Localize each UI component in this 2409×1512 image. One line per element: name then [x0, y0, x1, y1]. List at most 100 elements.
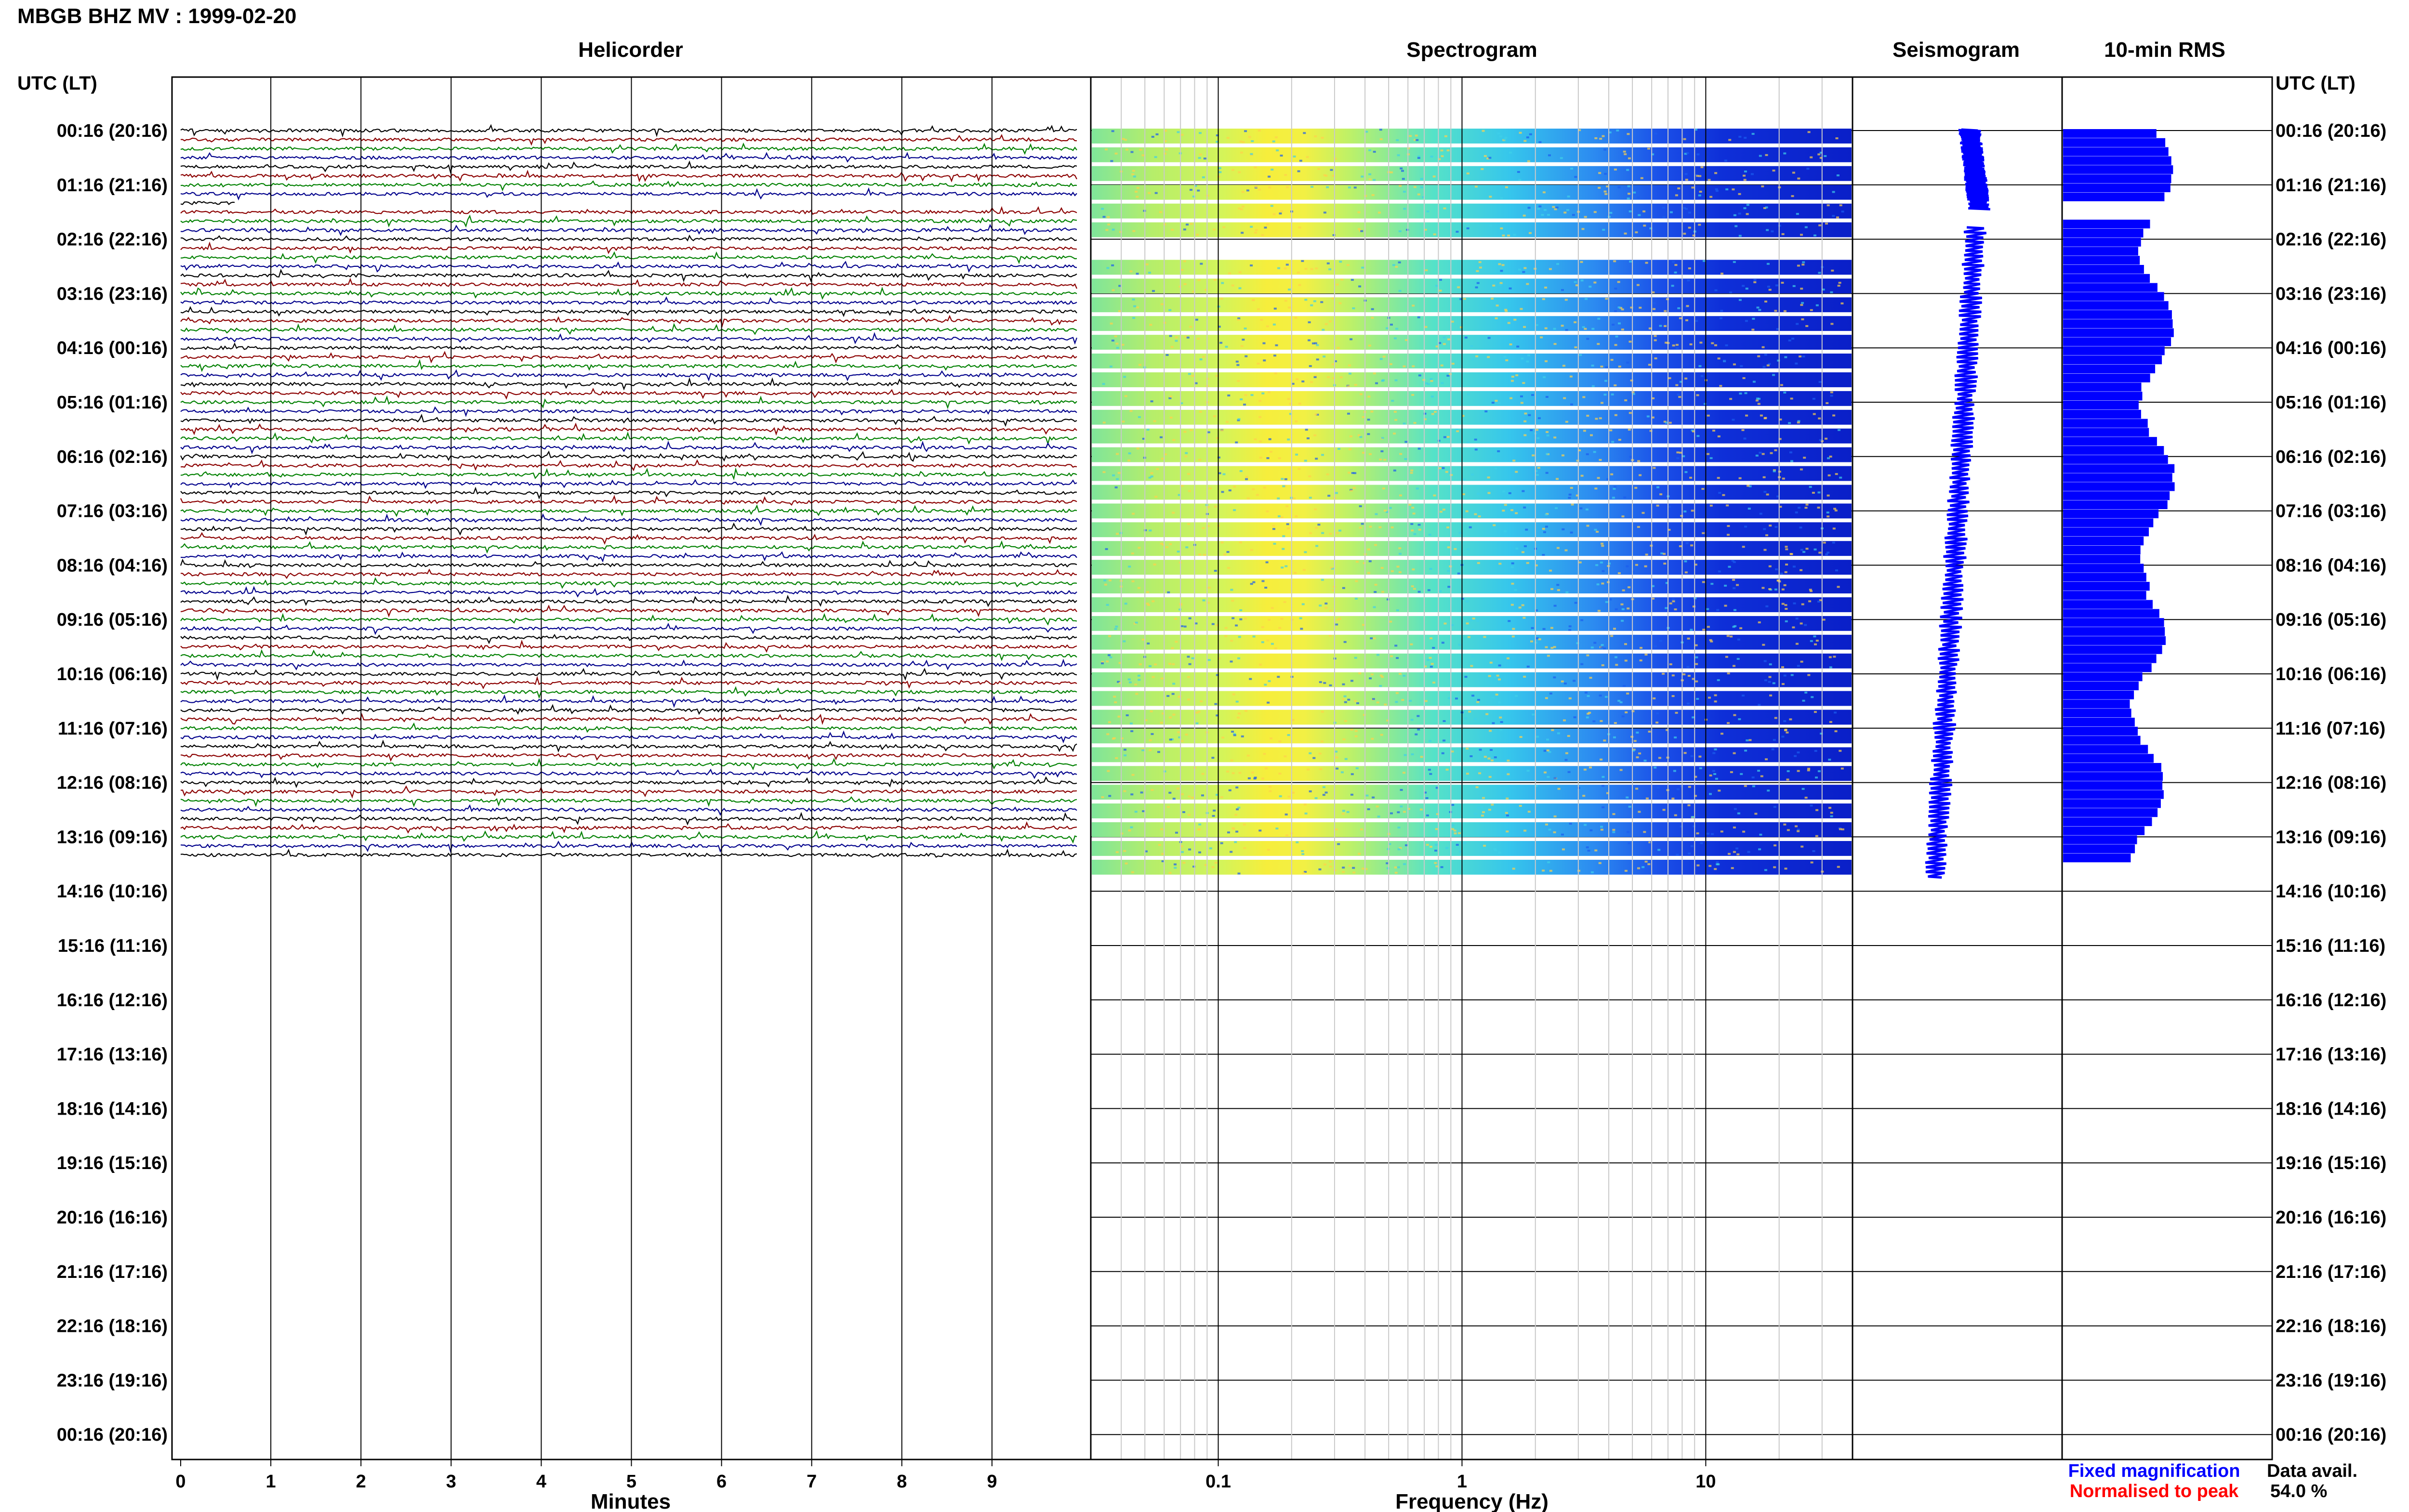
- rms-bar: [2063, 654, 2157, 663]
- spectrogram-speckle: [1624, 659, 1628, 662]
- spectrogram-speckle: [1628, 805, 1631, 808]
- spectrogram-speckle: [1549, 869, 1552, 872]
- spectrogram-speckle: [1663, 563, 1667, 565]
- spectrogram-speckle: [1199, 153, 1202, 156]
- spectrogram-speckle: [1813, 548, 1817, 551]
- spectrogram-speckle: [1610, 635, 1614, 637]
- spectrogram-speckle: [1644, 860, 1648, 863]
- spectrogram-speckle: [1600, 826, 1603, 828]
- rms-bar: [2063, 319, 2173, 328]
- spectrogram-speckle: [1654, 357, 1657, 359]
- spectrogram-speckle: [1829, 721, 1832, 723]
- spectrogram-speckle: [1203, 158, 1206, 160]
- spectrogram-speckle: [1395, 266, 1398, 268]
- spectrogram-speckle: [1102, 383, 1105, 385]
- spectrogram-speckle: [1284, 755, 1287, 758]
- spectrogram-speckle: [1653, 308, 1655, 310]
- spectrogram-speckle: [1368, 173, 1372, 175]
- spectrogram-speckle: [1802, 699, 1805, 702]
- spectrogram-speckle: [1556, 263, 1560, 265]
- spectrogram-speckle: [1507, 773, 1510, 776]
- spectrogram-speckle: [1160, 722, 1163, 724]
- spectrogram-speckle: [1187, 473, 1191, 475]
- spectrogram-speckle: [1698, 224, 1701, 226]
- spectrogram-speckle: [1568, 493, 1572, 496]
- spectrogram-speckle: [1105, 229, 1109, 231]
- helicorder-trace: [180, 668, 1077, 681]
- spectrogram-speckle: [1569, 823, 1572, 825]
- spectrogram-speckle: [1390, 812, 1393, 815]
- helicorder-traces: [180, 124, 1078, 858]
- spectrogram-speckle: [1373, 179, 1376, 181]
- spectrogram-speckle: [1357, 211, 1361, 213]
- spectrogram-speckle: [1763, 528, 1766, 530]
- spectrogram-speckle: [1315, 458, 1318, 460]
- spectrogram-speckle: [1553, 436, 1557, 439]
- spectrogram-speckle: [1671, 797, 1675, 800]
- spectrogram-speckle: [1432, 647, 1435, 649]
- spectrogram-speckle: [1795, 618, 1799, 620]
- minute-tick-label: 7: [807, 1472, 817, 1492]
- spectrogram-speckle: [1453, 829, 1456, 832]
- spectrogram-speckle: [1549, 692, 1552, 695]
- spectrogram-speckle: [1117, 715, 1121, 718]
- spectrogram-speckle: [1428, 534, 1431, 536]
- spectrogram-speckle: [1526, 360, 1529, 363]
- spectrogram-speckle: [1335, 623, 1338, 626]
- spectrogram-speckle: [1278, 627, 1282, 629]
- spectrogram-speckle: [1612, 497, 1615, 499]
- spectrogram-speckle: [1128, 565, 1131, 568]
- spectrogram-speckle: [1561, 680, 1564, 683]
- spectrogram-speckle: [1728, 139, 1732, 141]
- spectrogram-speckle: [1685, 179, 1688, 181]
- spectrogram-speckle: [1815, 640, 1819, 642]
- spectrogram-strip: [1092, 260, 1852, 275]
- spectrogram-speckle: [1212, 815, 1215, 817]
- spectrogram-speckle: [1150, 475, 1153, 478]
- spectrogram-speckle: [1640, 177, 1643, 179]
- helicorder-trace: [180, 467, 1077, 481]
- hour-label-left: 23:16 (19:16): [57, 1370, 168, 1391]
- spectrogram-speckle: [1637, 460, 1641, 462]
- spectrogram-speckle: [1403, 365, 1406, 368]
- spectrogram-speckle: [1238, 207, 1241, 210]
- spectrogram-speckle: [1294, 316, 1297, 319]
- spectrogram-speckle: [1659, 640, 1663, 642]
- hour-label-left: 11:16 (07:16): [58, 719, 168, 739]
- minute-tick-label: 6: [716, 1472, 727, 1492]
- spectrogram-speckle: [1676, 457, 1680, 460]
- spectrogram-speckle: [1368, 453, 1372, 455]
- spectrogram-speckle: [1805, 503, 1809, 506]
- spectrogram-speckle: [1530, 640, 1533, 643]
- spectrogram-speckle: [1282, 485, 1285, 487]
- spectrogram-speckle: [1183, 283, 1187, 285]
- spectrogram-speckle: [1398, 261, 1401, 263]
- spectrogram-speckle: [1301, 260, 1304, 262]
- spectrogram-speckle: [1447, 586, 1451, 588]
- spectrogram-speckle: [1797, 421, 1800, 424]
- spectrogram-speckle: [1367, 572, 1370, 574]
- spectrogram-speckle: [1226, 551, 1230, 553]
- spectrogram-speckle: [1612, 831, 1615, 833]
- spectrogram-speckle: [1295, 453, 1298, 456]
- spectrogram-speckle: [1774, 449, 1777, 451]
- helicorder-trace: [180, 377, 1077, 391]
- spectrogram-speckle: [1592, 720, 1596, 723]
- spectrogram-speckle: [1233, 486, 1236, 488]
- spectrogram-speckle: [1523, 545, 1527, 547]
- spectrogram-speckle: [1235, 786, 1239, 789]
- helicorder-trace: [180, 323, 1077, 335]
- spectrogram-strip: [1092, 447, 1852, 462]
- spectrogram-speckle: [1191, 797, 1194, 799]
- rms-bar: [2063, 636, 2166, 645]
- spectrogram-speckle: [1730, 771, 1733, 773]
- helicorder-trace: [180, 758, 1077, 771]
- spectrogram-speckle: [1296, 841, 1299, 843]
- helicorder-trace: [180, 124, 1077, 138]
- spectrogram-speckle: [1329, 320, 1332, 323]
- spectrogram-speckle: [1614, 384, 1617, 386]
- spectrogram-speckle: [1115, 851, 1119, 854]
- spectrogram-speckle: [1300, 628, 1303, 630]
- spectrogram-speckle: [1396, 139, 1399, 141]
- spectrogram-speckle: [1465, 510, 1469, 513]
